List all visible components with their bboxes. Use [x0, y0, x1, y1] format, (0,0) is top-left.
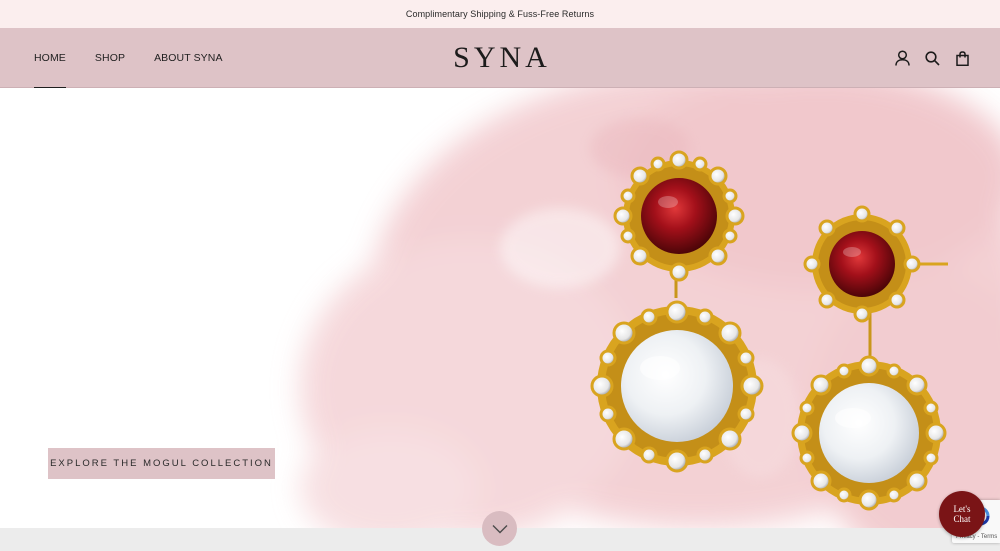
nav-about-syna[interactable]: ABOUT SYNA — [154, 28, 223, 88]
chat-label-line1: Let's — [953, 504, 971, 514]
scroll-down-button[interactable] — [482, 511, 517, 546]
chevron-down-icon — [492, 524, 507, 533]
cart-icon[interactable] — [954, 50, 970, 66]
announcement-text: Complimentary Shipping & Fuss-Free Retur… — [405, 9, 595, 19]
nav-shop[interactable]: SHOP — [95, 28, 125, 88]
chat-label-line2: Chat — [953, 514, 971, 524]
explore-collection-button[interactable]: EXPLORE THE MOGUL COLLECTION — [48, 448, 275, 479]
header-icons — [894, 28, 970, 88]
announcement-bar: Complimentary Shipping & Fuss-Free Retur… — [0, 0, 1000, 28]
brand-logo[interactable]: SYNA — [449, 41, 551, 75]
search-icon[interactable] — [924, 50, 940, 66]
account-icon[interactable] — [894, 50, 910, 66]
main-nav: HOME SHOP ABOUT SYNA — [34, 28, 223, 89]
site-header: HOME SHOP ABOUT SYNA SYNA — [0, 28, 1000, 89]
nav-home[interactable]: HOME — [34, 28, 66, 89]
lets-chat-button[interactable]: Let's Chat — [939, 491, 985, 537]
